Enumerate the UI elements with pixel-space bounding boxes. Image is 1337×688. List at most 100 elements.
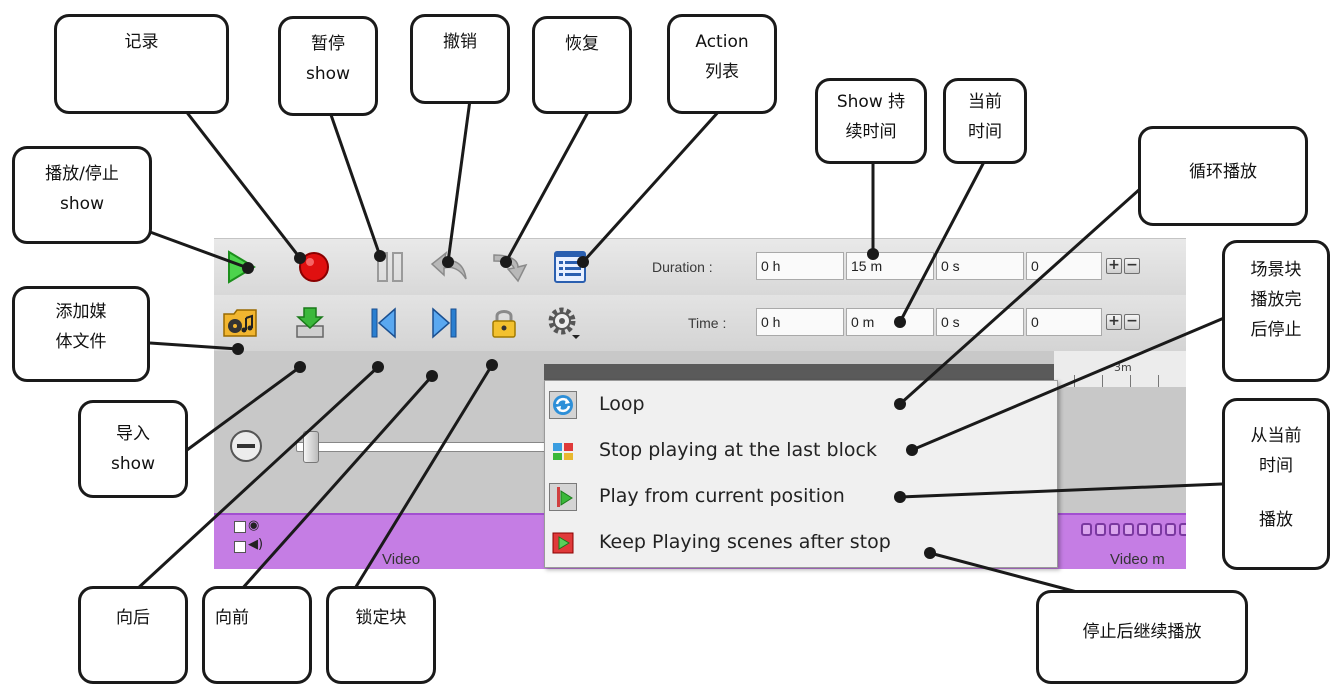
menu-item-label: Loop xyxy=(599,393,645,415)
callout-text: 后停止 xyxy=(1250,320,1302,340)
play-from-position-icon xyxy=(549,483,577,511)
callout-text: 播放 xyxy=(1259,510,1293,530)
callout-text: 锁定块 xyxy=(355,608,407,628)
settings-button[interactable] xyxy=(544,303,584,343)
callout-text: 时间 xyxy=(968,122,1002,142)
time-seconds-field[interactable]: 0 s xyxy=(936,308,1024,336)
track-visible-checkbox[interactable] xyxy=(234,521,246,533)
callout-play-stop: 播放/停止 show xyxy=(12,146,152,244)
duration-frames-field[interactable]: 0 xyxy=(1026,252,1102,280)
time-ruler: 3m xyxy=(1054,351,1186,387)
time-hours-field[interactable]: 0 h xyxy=(756,308,844,336)
callout-text: 时间 xyxy=(1259,456,1293,476)
redo-icon xyxy=(490,249,530,285)
callout-stop-last-block: 场景块 播放完 后停止 xyxy=(1222,240,1330,382)
callout-redo: 恢复 xyxy=(532,16,632,114)
duration-label: Duration : xyxy=(652,259,713,275)
duration-plus-button[interactable]: + xyxy=(1106,258,1122,274)
zoom-slider-track[interactable] xyxy=(296,442,548,452)
callout-text: 播放/停止 xyxy=(45,164,119,184)
duration-seconds-field[interactable]: 0 s xyxy=(936,252,1024,280)
play-icon xyxy=(223,250,257,284)
menu-item-keep-playing[interactable]: Keep Playing scenes after stop xyxy=(547,523,1055,563)
menu-item-label: Play from current position xyxy=(599,485,845,507)
zoom-out-button[interactable] xyxy=(230,430,262,462)
undo-button[interactable] xyxy=(430,247,470,287)
time-plus-button[interactable]: + xyxy=(1106,314,1122,330)
film-strip xyxy=(1081,523,1186,537)
duration-minus-button[interactable]: − xyxy=(1124,258,1140,274)
ruler-tick xyxy=(1074,375,1075,387)
callout-text: show xyxy=(111,454,155,474)
lock-button[interactable] xyxy=(484,303,524,343)
menu-item-stop-last-block[interactable]: Stop playing at the last block xyxy=(547,431,1055,471)
step-back-icon xyxy=(369,306,399,340)
import-show-icon xyxy=(293,306,327,340)
zoom-slider-thumb[interactable] xyxy=(303,431,319,463)
callout-undo: 撤销 xyxy=(410,14,510,104)
settings-menu: Loop Stop playing at the last block Play… xyxy=(544,380,1058,568)
time-minutes-field[interactable]: 0 m xyxy=(846,308,934,336)
add-media-folder-icon xyxy=(222,306,258,340)
pause-icon xyxy=(373,250,407,284)
menu-item-label: Stop playing at the last block xyxy=(599,439,877,461)
callout-add-media: 添加媒 体文件 xyxy=(12,286,150,382)
step-forward-button[interactable] xyxy=(424,303,464,343)
callout-step-back: 向后 xyxy=(78,586,188,684)
step-forward-icon xyxy=(429,306,459,340)
callout-text: 向后 xyxy=(116,608,150,628)
callout-text: 记录 xyxy=(124,32,159,52)
callout-import-show: 导入 show xyxy=(78,400,188,498)
step-back-button[interactable] xyxy=(364,303,404,343)
time-label: Time : xyxy=(688,315,727,331)
stop-last-block-icon xyxy=(549,437,577,465)
callout-text: 循环播放 xyxy=(1189,162,1257,182)
track-name: Video xyxy=(382,551,421,568)
callout-duration: Show 持 续时间 xyxy=(815,78,927,164)
duration-minutes-field[interactable]: 15 m xyxy=(846,252,934,280)
callout-action-list: Action 列表 xyxy=(667,14,777,114)
loop-icon xyxy=(549,391,577,419)
time-minus-button[interactable]: − xyxy=(1124,314,1140,330)
time-frames-field[interactable]: 0 xyxy=(1026,308,1102,336)
callout-lock: 锁定块 xyxy=(326,586,436,684)
play-button[interactable] xyxy=(220,247,260,287)
action-list-icon xyxy=(553,250,587,284)
callout-text: 恢复 xyxy=(565,34,599,54)
callout-text: 当前 xyxy=(968,92,1002,112)
ruler-tick xyxy=(1102,375,1103,387)
settings-gear-icon xyxy=(546,305,582,341)
duration-hours-field[interactable]: 0 h xyxy=(756,252,844,280)
undo-icon xyxy=(430,249,470,285)
speaker-icon: ◀) xyxy=(248,537,264,552)
action-list-button[interactable] xyxy=(550,247,590,287)
callout-text: show xyxy=(60,194,104,214)
callout-text: 播放完 xyxy=(1250,290,1302,310)
menu-item-play-from-position[interactable]: Play from current position xyxy=(547,477,1055,517)
keep-playing-icon xyxy=(549,529,577,557)
callout-text: 撤销 xyxy=(443,32,477,52)
callout-record: 记录 xyxy=(54,14,229,114)
callout-text: 列表 xyxy=(705,62,739,82)
callout-text: 体文件 xyxy=(55,332,107,352)
callout-text: Show 持 xyxy=(836,92,906,112)
redo-button[interactable] xyxy=(490,247,530,287)
callout-text: 从当前 xyxy=(1250,426,1302,446)
callout-pause: 暂停 show xyxy=(278,16,378,116)
pause-button[interactable] xyxy=(370,247,410,287)
toolbar-row-2: Time : 0 h 0 m 0 s 0 + − xyxy=(214,295,1186,351)
callout-text: show xyxy=(306,64,350,84)
callout-text: 停止后继续播放 xyxy=(1082,622,1202,642)
callout-step-forward: 向前 xyxy=(202,586,312,684)
callout-text: 向前 xyxy=(215,608,249,628)
record-icon xyxy=(297,250,331,284)
record-button[interactable] xyxy=(294,247,334,287)
callout-text: 导入 xyxy=(116,424,150,444)
import-show-button[interactable] xyxy=(290,303,330,343)
callout-text: 续时间 xyxy=(845,122,897,142)
add-media-button[interactable] xyxy=(220,303,260,343)
track-audio-checkbox[interactable] xyxy=(234,541,246,553)
menu-item-loop[interactable]: Loop xyxy=(547,385,1055,425)
ruler-label: 3m xyxy=(1114,361,1132,374)
callout-loop: 循环播放 xyxy=(1138,126,1308,226)
